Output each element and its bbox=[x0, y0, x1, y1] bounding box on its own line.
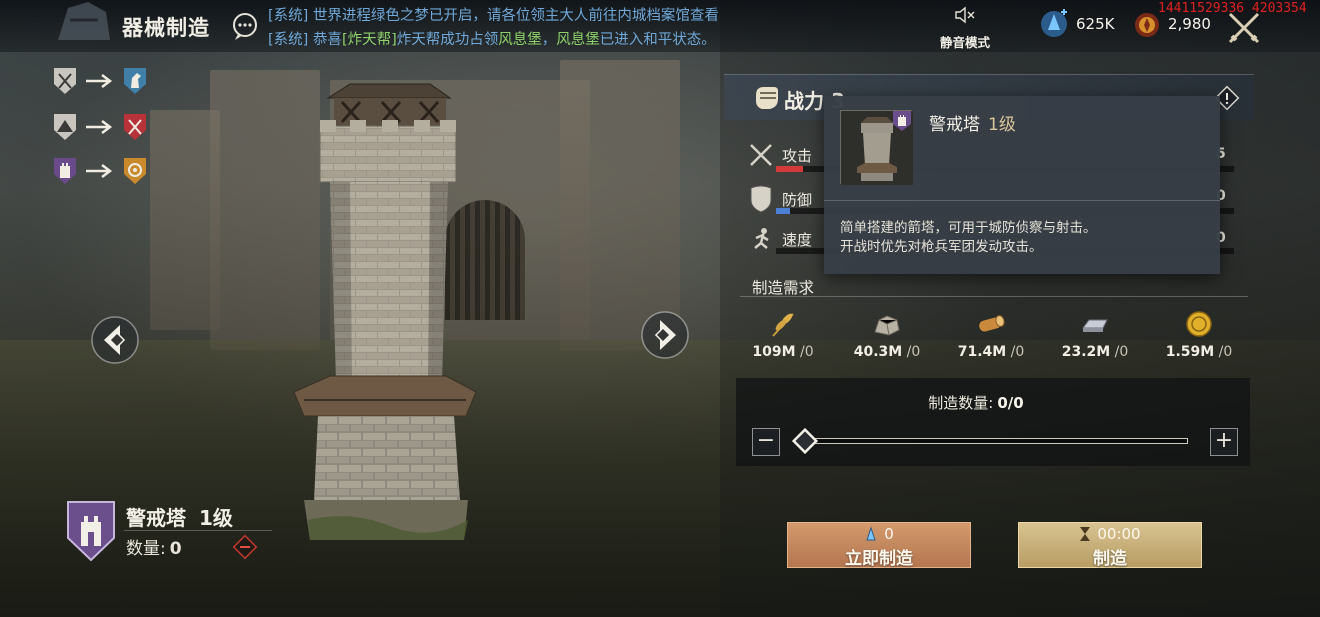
quantity-plus-button[interactable]: + bbox=[1210, 428, 1238, 456]
speed-runner-icon bbox=[754, 228, 769, 249]
crossed-swords-badge-icon bbox=[54, 68, 76, 94]
tooltip-title: 警戒塔 1级 bbox=[929, 115, 1016, 135]
attack-swords-icon bbox=[750, 144, 772, 166]
mute-label: 静音模式 bbox=[939, 35, 990, 50]
stat-attack: 攻击 bbox=[748, 142, 812, 168]
fist-icon bbox=[756, 87, 778, 109]
instant-build-button[interactable]: 0 立即制造 bbox=[787, 522, 971, 569]
gem-resource[interactable]: 625K bbox=[1038, 8, 1114, 40]
tower-badge-icon bbox=[893, 111, 911, 131]
requirement-wheat: 109M /0 bbox=[738, 308, 828, 360]
gold-coin-icon bbox=[1186, 311, 1212, 337]
gem-cost-icon bbox=[866, 526, 876, 541]
top-bar: 器械制造 [系统] 世界进程绿色之梦已开启，请各位领主大人前往内城档案馆查看 [… bbox=[0, 0, 1320, 52]
counter-row-3 bbox=[52, 156, 148, 186]
tent-badge-icon bbox=[54, 114, 76, 140]
quantity-panel: 制造数量: 0/0 − + bbox=[736, 378, 1250, 466]
chat-icon[interactable] bbox=[230, 12, 260, 42]
gem-icon bbox=[1041, 9, 1067, 37]
crossed-blades-badge-icon bbox=[124, 114, 146, 140]
build-button[interactable]: 00:00 制造 bbox=[1018, 522, 1202, 569]
gold-count: 2,980 bbox=[1168, 15, 1211, 33]
quantity-slider-track[interactable] bbox=[804, 438, 1188, 444]
tooltip-description-line1: 简单搭建的箭塔，可用于城防侦察与射击。 bbox=[840, 220, 1097, 236]
quantity-minus-button[interactable]: − bbox=[752, 428, 780, 456]
previous-arrow-button[interactable] bbox=[90, 315, 140, 365]
requirements-divider bbox=[740, 296, 1248, 297]
next-arrow-button[interactable] bbox=[640, 310, 690, 360]
counter-row-2 bbox=[52, 112, 148, 142]
unit-name: 警戒塔 1级 bbox=[126, 506, 233, 530]
hourglass-icon bbox=[1080, 527, 1091, 541]
horse-badge-icon bbox=[124, 68, 146, 94]
requirement-iron: 23.2M /0 bbox=[1050, 308, 1140, 360]
debug-id: 14411529336 4203354 bbox=[1158, 1, 1307, 16]
tower-emblem-icon bbox=[67, 501, 115, 562]
quantity-slider-thumb[interactable] bbox=[790, 426, 820, 456]
defense-shield-icon bbox=[750, 185, 772, 213]
tooltip-description-line2: 开战时优先对枪兵军团发动攻击。 bbox=[840, 239, 1043, 255]
requirement-stone: 40.3M /0 bbox=[842, 308, 932, 360]
system-message-1[interactable]: [系统] 世界进程绿色之梦已开启，请各位领主大人前往内城档案馆查看 bbox=[268, 4, 719, 25]
requirements-title: 制造需求 bbox=[752, 279, 815, 297]
arrow-right-icon bbox=[86, 120, 113, 134]
quantity-label: 制造数量: 0/0 bbox=[928, 394, 1024, 412]
arrow-right-icon bbox=[86, 74, 113, 88]
page-title: 器械制造 bbox=[122, 16, 210, 40]
wood-icon bbox=[979, 315, 1005, 332]
helmet-icon bbox=[58, 2, 110, 40]
unit-tooltip: 警戒塔 1级 简单搭建的箭塔，可用于城防侦察与射击。 开战时优先对枪兵军团发动攻击… bbox=[824, 96, 1220, 274]
mute-toggle[interactable]: 静音模式 bbox=[930, 6, 1000, 51]
tower-badge-icon bbox=[54, 158, 76, 184]
wheat-icon bbox=[772, 313, 794, 337]
dismiss-minus-button[interactable] bbox=[232, 534, 258, 560]
speaker-muted-icon bbox=[955, 6, 975, 24]
requirement-wood: 71.4M /0 bbox=[946, 308, 1036, 360]
target-badge-icon bbox=[124, 158, 146, 184]
counter-row-1 bbox=[52, 66, 148, 96]
unit-count: 数量: 0 bbox=[126, 539, 182, 559]
system-message-2[interactable]: [系统] 恭喜[炸天帮]炸天帮成功占领风息堡，风息堡已进入和平状态。 bbox=[268, 28, 716, 49]
arrow-right-icon bbox=[86, 164, 113, 178]
watchtower-model bbox=[293, 83, 477, 540]
requirement-gold: 1.59M /0 bbox=[1154, 308, 1244, 360]
gem-count: 625K bbox=[1076, 15, 1115, 33]
iron-icon bbox=[1082, 319, 1108, 332]
stone-icon bbox=[874, 315, 900, 336]
